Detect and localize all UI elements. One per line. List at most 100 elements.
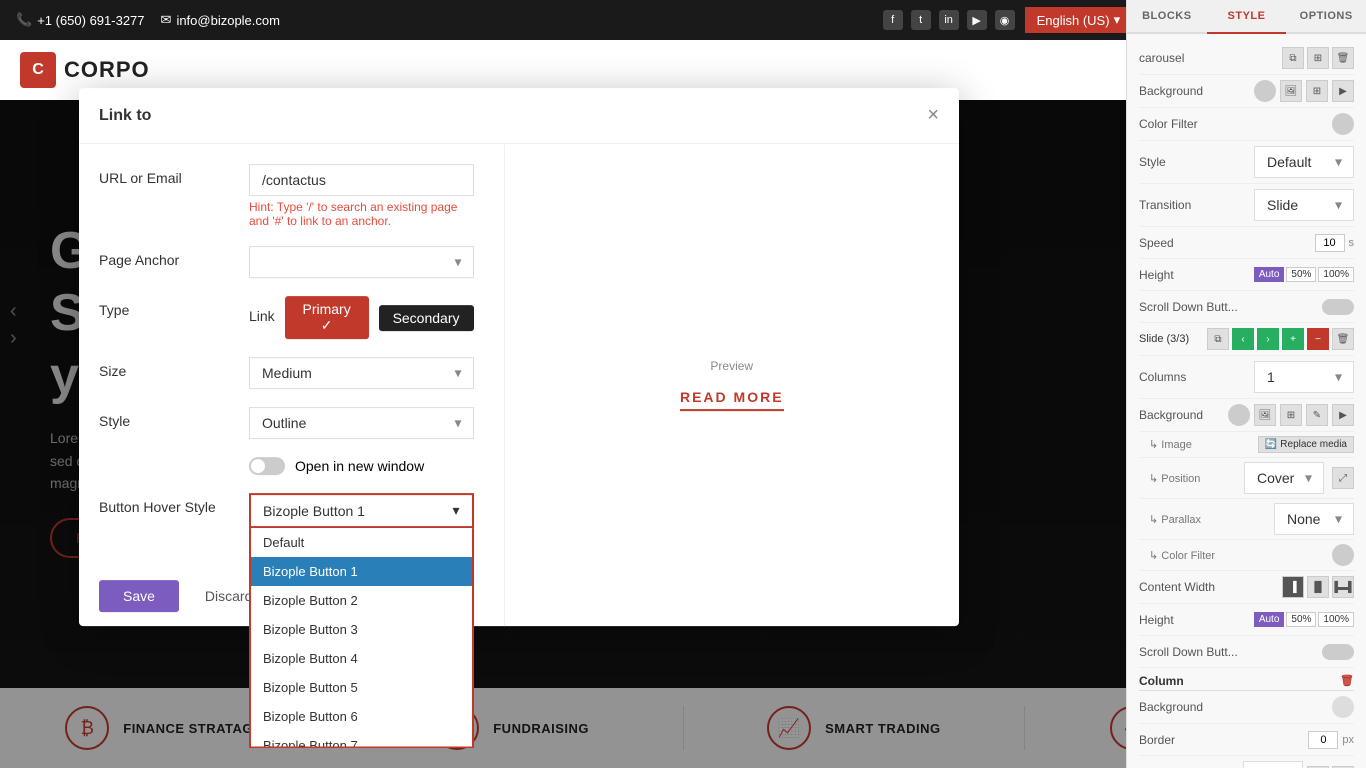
dropdown-item-1[interactable]: Bizople Button 1	[251, 557, 472, 586]
background-image-icon[interactable]: 🖼	[1280, 80, 1302, 102]
dropdown-item-6[interactable]: Bizople Button 6	[251, 702, 472, 731]
position-select-wrap[interactable]: Cover	[1244, 462, 1324, 494]
slide-trash-icon[interactable]: 🗑	[1332, 328, 1354, 350]
slide-next-icon[interactable]: ›	[1257, 328, 1279, 350]
style-label: Style	[1139, 155, 1166, 169]
style-row: Style Default	[1139, 141, 1354, 184]
slide-add-icon[interactable]: +	[1282, 328, 1304, 350]
carousel-copy-icon[interactable]: ⧉	[1282, 47, 1304, 69]
modal-content: URL or Email Hint: Type '/' to search an…	[79, 144, 959, 626]
column-bg-label: Background	[1139, 700, 1203, 714]
dropdown-item-7[interactable]: Bizople Button 7	[251, 731, 472, 748]
background-video-icon[interactable]: ▶	[1332, 80, 1354, 102]
speed-value[interactable]: 10	[1315, 234, 1345, 252]
modal-close-button[interactable]: ×	[927, 104, 939, 127]
transition-select-wrap[interactable]: Slide	[1254, 189, 1354, 221]
slide-copy-icon[interactable]: ⧉	[1207, 328, 1229, 350]
column-shadow-row: Shadow None ▥ ▦	[1139, 756, 1354, 768]
background2-grid-icon[interactable]: ⊞	[1280, 404, 1302, 426]
type-primary-btn[interactable]: Primary ✓	[285, 296, 369, 339]
background-color-circle[interactable]	[1254, 80, 1276, 102]
page-anchor-select-wrap[interactable]	[249, 246, 474, 278]
slide-prev-icon[interactable]: ‹	[1232, 328, 1254, 350]
slide-remove-icon[interactable]: −	[1307, 328, 1329, 350]
type-link-btn[interactable]: Link	[249, 308, 275, 328]
youtube-icon[interactable]: ▶	[967, 10, 987, 30]
carousel-grid-icon[interactable]: ⊞	[1307, 47, 1329, 69]
height-auto-btn[interactable]: Auto	[1254, 267, 1285, 282]
modal-save-button[interactable]: Save	[99, 580, 179, 612]
page-anchor-select[interactable]	[249, 246, 474, 278]
scroll-down-row: Scroll Down Butt...	[1139, 291, 1354, 323]
style-field-select[interactable]: Outline	[249, 407, 474, 439]
scroll-down-toggle[interactable]	[1322, 299, 1354, 315]
columns-select[interactable]: 1	[1254, 361, 1354, 393]
dropdown-item-2[interactable]: Bizople Button 2	[251, 586, 472, 615]
column-section-label: Column	[1139, 674, 1184, 688]
background2-video-icon[interactable]: ▶	[1332, 404, 1354, 426]
dropdown-item-default[interactable]: Default	[251, 528, 472, 557]
carousel-trash-icon[interactable]: 🗑	[1332, 47, 1354, 69]
modal-title: Link to	[99, 107, 151, 125]
parallax-select[interactable]: None	[1274, 503, 1354, 535]
email-icon: ✉	[161, 12, 172, 28]
parallax-select-wrap[interactable]: None	[1274, 503, 1354, 535]
lang-label: English (US)	[1037, 13, 1110, 28]
hover-style-selected[interactable]: Bizople Button 1 ▾	[249, 493, 474, 528]
size-select[interactable]: Medium	[249, 357, 474, 389]
language-button[interactable]: English (US) ▾	[1025, 7, 1133, 33]
type-secondary-btn[interactable]: Secondary	[379, 305, 474, 331]
dropdown-item-3[interactable]: Bizople Button 3	[251, 615, 472, 644]
background2-image-icon[interactable]: 🖼	[1254, 404, 1276, 426]
column-bg-circle[interactable]	[1332, 696, 1354, 718]
hover-style-dropdown[interactable]: Bizople Button 1 ▾ Default Bizople Butto…	[249, 493, 474, 528]
position-select[interactable]: Cover	[1244, 462, 1324, 494]
height-100-btn[interactable]: 100%	[1318, 267, 1354, 282]
column-shadow-select-wrap[interactable]: None	[1243, 761, 1303, 768]
dropdown-item-5[interactable]: Bizople Button 5	[251, 673, 472, 702]
facebook-icon[interactable]: f	[883, 10, 903, 30]
columns-select-wrap[interactable]: 1	[1254, 361, 1354, 393]
dropdown-item-4[interactable]: Bizople Button 4	[251, 644, 472, 673]
background-grid-icon[interactable]: ⊞	[1306, 80, 1328, 102]
style-field-select-wrap[interactable]: Outline	[249, 407, 474, 439]
url-input[interactable]	[249, 164, 474, 196]
color-filter-circle[interactable]	[1332, 113, 1354, 135]
size-select-wrap[interactable]: Medium	[249, 357, 474, 389]
open-new-window-toggle[interactable]	[249, 457, 285, 475]
color-filter-row: Color Filter	[1139, 108, 1354, 141]
twitter-icon[interactable]: t	[911, 10, 931, 30]
height2-100-btn[interactable]: 100%	[1318, 612, 1354, 627]
width-wide-icon[interactable]: ▐▬▌	[1332, 576, 1354, 598]
height-50-btn[interactable]: 50%	[1286, 267, 1316, 282]
tab-options[interactable]: OPTIONS	[1286, 0, 1366, 34]
dropdown-arrow-icon: ▾	[452, 502, 459, 519]
replace-media-button[interactable]: 🔄 Replace media	[1258, 436, 1354, 453]
tab-style[interactable]: STYLE	[1207, 0, 1287, 34]
tab-blocks[interactable]: BLOCKS	[1127, 0, 1207, 34]
background2-circle[interactable]	[1228, 404, 1250, 426]
style-select[interactable]: Default	[1254, 146, 1354, 178]
position-expand-icon[interactable]: ⤢	[1332, 467, 1354, 489]
column-shadow-select[interactable]: None	[1243, 761, 1303, 768]
height2-auto-btn[interactable]: Auto	[1254, 612, 1285, 627]
style-select-wrap[interactable]: Default	[1254, 146, 1354, 178]
btn-hover-style-field: Bizople Button 1 ▾ Default Bizople Butto…	[249, 493, 474, 528]
width-medium-icon[interactable]: ▐▌	[1307, 576, 1329, 598]
height2-50-btn[interactable]: 50%	[1286, 612, 1316, 627]
logo-icon: C	[20, 52, 56, 88]
column-section-header: Column 🗑	[1139, 668, 1354, 691]
background-controls: 🖼 ⊞ ▶	[1254, 80, 1354, 102]
background2-edit-icon[interactable]: ✎	[1306, 404, 1328, 426]
column-trash-icon[interactable]: 🗑	[1340, 674, 1354, 687]
carousel-label: carousel	[1139, 51, 1278, 65]
color-filter2-circle[interactable]	[1332, 544, 1354, 566]
transition-select[interactable]: Slide	[1254, 189, 1354, 221]
instagram-icon[interactable]: ◉	[995, 10, 1015, 30]
logo[interactable]: C CORPO	[20, 52, 150, 88]
width-narrow-icon[interactable]: ▐	[1282, 576, 1304, 598]
column-border-value[interactable]: 0	[1308, 731, 1338, 749]
scroll-down2-toggle[interactable]	[1322, 644, 1354, 660]
linkedin-icon[interactable]: in	[939, 10, 959, 30]
preview-read-more: READ MORE	[680, 389, 784, 411]
